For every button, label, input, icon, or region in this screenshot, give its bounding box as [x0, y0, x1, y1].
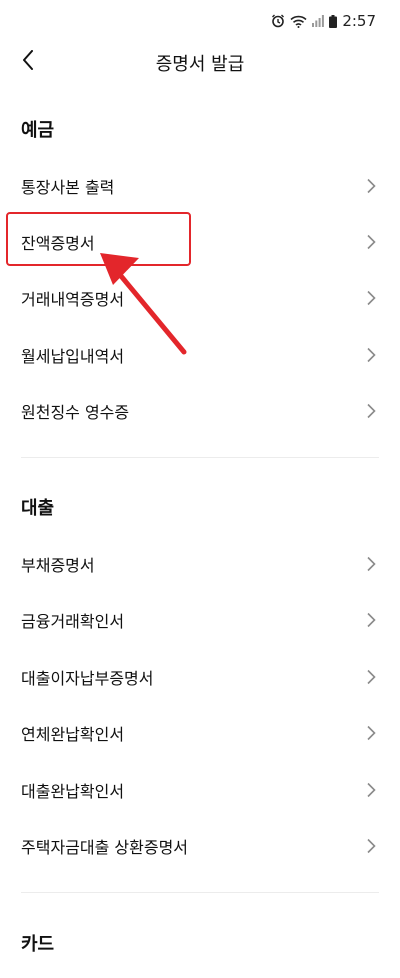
section-title-loan: 대출	[21, 498, 55, 519]
chevron-right-icon	[367, 347, 376, 363]
chevron-right-icon	[367, 234, 376, 250]
menu-item-balance-certificate[interactable]: 잔액증명서	[0, 214, 400, 270]
section-title-deposit: 예금	[21, 120, 55, 141]
menu-item-bankbook-copy[interactable]: 통장사본 출력	[0, 158, 400, 214]
menu-item-overdue-settlement[interactable]: 연체완납확인서	[0, 705, 400, 761]
menu-item-financial-confirmation[interactable]: 금융거래확인서	[0, 592, 400, 648]
chevron-right-icon	[367, 838, 376, 854]
menu-item-label: 연체완납확인서	[21, 725, 125, 744]
battery-icon	[329, 14, 338, 28]
section-divider	[21, 892, 379, 893]
alarm-icon	[271, 14, 285, 28]
chevron-right-icon	[367, 178, 376, 194]
menu-item-label: 거래내역증명서	[21, 290, 125, 309]
chevron-right-icon	[367, 725, 376, 741]
signal-icon	[312, 15, 325, 27]
menu-item-label: 대출완납확인서	[21, 782, 125, 801]
menu-item-label: 주택자금대출 상환증명서	[21, 838, 189, 857]
menu-item-label: 금융거래확인서	[21, 612, 125, 631]
chevron-right-icon	[367, 612, 376, 628]
app-header: 증명서 발급	[0, 42, 400, 82]
chevron-right-icon	[367, 782, 376, 798]
page-title: 증명서 발급	[155, 54, 245, 75]
menu-item-transaction-certificate[interactable]: 거래내역증명서	[0, 270, 400, 326]
menu-item-loan-settlement[interactable]: 대출완납확인서	[0, 762, 400, 818]
section-divider	[21, 457, 379, 458]
menu-item-label: 원천징수 영수증	[21, 403, 130, 422]
menu-item-label: 잔액증명서	[21, 234, 95, 253]
menu-item-housing-loan-repayment[interactable]: 주택자금대출 상환증명서	[0, 818, 400, 874]
menu-item-loan-interest-certificate[interactable]: 대출이자납부증명서	[0, 649, 400, 705]
section-title-card: 카드	[21, 934, 55, 955]
status-time: 2:57	[342, 12, 376, 30]
status-icons: 2:57	[271, 11, 376, 31]
menu-item-rent-payment-statement[interactable]: 월세납입내역서	[0, 327, 400, 383]
menu-item-debt-certificate[interactable]: 부채증명서	[0, 536, 400, 592]
chevron-right-icon	[367, 669, 376, 685]
menu-item-label: 월세납입내역서	[21, 347, 125, 366]
wifi-icon	[290, 15, 307, 28]
chevron-right-icon	[367, 290, 376, 306]
menu-item-label: 부채증명서	[21, 556, 95, 575]
menu-item-label: 통장사본 출력	[21, 178, 115, 197]
menu-item-label: 대출이자납부증명서	[21, 669, 154, 688]
chevron-right-icon	[367, 556, 376, 572]
chevron-right-icon	[367, 403, 376, 419]
status-bar: 2:57	[0, 0, 400, 42]
menu-item-withholding-receipt[interactable]: 원천징수 영수증	[0, 383, 400, 439]
